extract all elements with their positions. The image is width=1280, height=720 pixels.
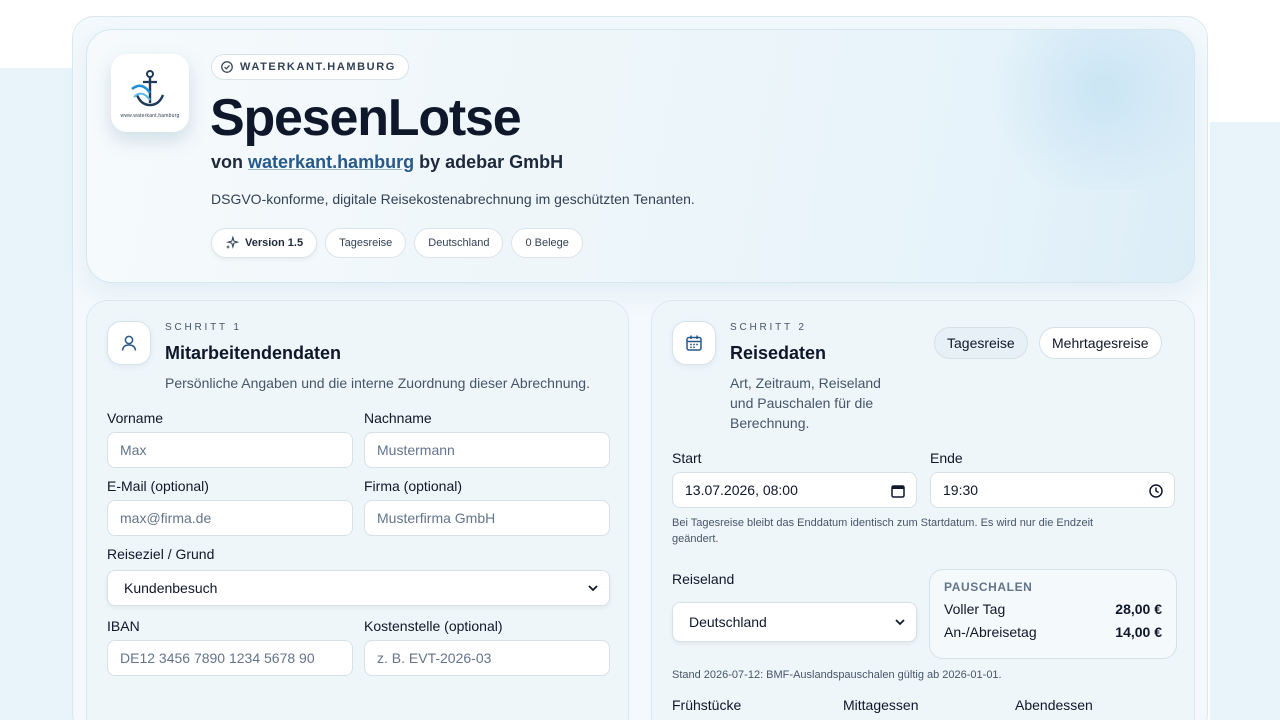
pauschale-label: Voller Tag [944, 601, 1006, 617]
start-datetime-input[interactable]: 13.07.2026, 08:00 [672, 472, 917, 508]
chevron-down-icon [895, 619, 905, 626]
step2-desc-line: und Pauschalen für die [730, 395, 874, 411]
reiseland-value: Deutschland [689, 614, 767, 630]
fruehstuecke-label: Frühstücke [672, 697, 742, 713]
brand-badge-label: WATERKANT.HAMBURG [240, 61, 396, 73]
pauschale-row: An-/Abreisetag 14,00 € [944, 624, 1162, 640]
background-band-left [0, 68, 80, 720]
email-input[interactable]: max@firma.de [107, 500, 353, 536]
user-icon [121, 335, 137, 351]
calendar-icon [686, 335, 702, 351]
hero-subtitle: von waterkant.hamburg by adebar GmbH [211, 152, 563, 173]
anchor-icon [131, 70, 165, 107]
step2-desc-line: Berechnung. [730, 415, 810, 431]
pauschale-value: 14,00 € [1115, 624, 1162, 640]
logo-caption: www.waterkant.hamburg [120, 113, 180, 119]
calendar-picker-icon[interactable] [890, 483, 906, 499]
hint-line: geändert. [672, 533, 719, 545]
tagesreise-hint: Bei Tagesreise bleibt das Enddatum ident… [672, 515, 1162, 547]
step1-panel: SCHRITT 1 Mitarbeitendendaten Persönlich… [86, 300, 629, 720]
reiseland-label: Reiseland [672, 571, 735, 587]
start-label: Start [672, 450, 702, 466]
pauschale-row: Voller Tag 28,00 € [944, 601, 1162, 617]
mittagessen-label: Mittagessen [843, 697, 919, 713]
tagesreise-toggle[interactable]: Tagesreise [934, 327, 1028, 359]
trip-type-chip: Tagesreise [325, 228, 407, 258]
status-chips: Version 1.5 Tagesreise Deutschland 0 Bel… [211, 228, 583, 258]
background-band-right [1210, 122, 1280, 720]
step2-panel: SCHRITT 2 Reisedaten Art, Zeitraum, Reis… [651, 300, 1195, 720]
iban-label: IBAN [107, 618, 140, 634]
reiseziel-select[interactable]: Kundenbesuch [107, 570, 610, 606]
reiseziel-value: Kundenbesuch [124, 580, 218, 596]
kostenstelle-input[interactable]: z. B. EVT-2026-03 [364, 640, 610, 676]
pauschalen-stand: Stand 2026-07-12: BMF-Auslandspauschalen… [672, 669, 1002, 681]
hero-header: www.waterkant.hamburg WATERKANT.HAMBURG … [86, 29, 1195, 283]
vorname-input[interactable]: Max [107, 432, 353, 468]
nachname-input[interactable]: Mustermann [364, 432, 610, 468]
hero-description: DSGVO-konforme, digitale Reisekostenabre… [211, 191, 695, 207]
waterkant-link[interactable]: waterkant.hamburg [248, 152, 414, 172]
step2-description: Art, Zeitraum, Reiseland und Pauschalen … [730, 373, 881, 433]
receipts-chip: 0 Belege [511, 228, 583, 258]
reiseland-select[interactable]: Deutschland [672, 602, 917, 642]
ende-value: 19:30 [943, 482, 979, 498]
pauschalen-title: PAUSCHALEN [944, 580, 1033, 594]
start-value: 13.07.2026, 08:00 [685, 482, 798, 498]
subtitle-suffix: by adebar GmbH [419, 152, 564, 172]
page-title: SpesenLotse [210, 89, 522, 147]
pauschalen-card: PAUSCHALEN Voller Tag 28,00 € An-/Abreis… [929, 569, 1177, 659]
version-chip: Version 1.5 [211, 228, 318, 258]
nachname-label: Nachname [364, 410, 432, 426]
ende-label: Ende [930, 450, 963, 466]
chevron-down-icon [588, 585, 598, 592]
brand-badge[interactable]: WATERKANT.HAMBURG [211, 54, 409, 80]
check-circle-icon [221, 61, 233, 73]
mehrtagesreise-toggle[interactable]: Mehrtagesreise [1039, 327, 1162, 359]
step1-icon-tile [107, 321, 151, 365]
step1-label: SCHRITT 1 [165, 322, 242, 333]
country-chip: Deutschland [414, 228, 504, 258]
step1-title: Mitarbeitendendaten [165, 343, 342, 363]
step2-icon-tile [672, 321, 716, 365]
firma-label: Firma (optional) [364, 478, 463, 494]
pauschale-label: An-/Abreisetag [944, 624, 1037, 640]
ende-time-input[interactable]: 19:30 [930, 472, 1175, 508]
sparkles-icon [225, 236, 239, 250]
clock-icon[interactable] [1148, 483, 1164, 499]
app-logo: www.waterkant.hamburg [111, 54, 189, 132]
vorname-label: Vorname [107, 410, 164, 426]
email-label: E-Mail (optional) [107, 478, 209, 494]
step2-label: SCHRITT 2 [730, 322, 807, 333]
abendessen-label: Abendessen [1015, 697, 1093, 713]
hint-line: Bei Tagesreise bleibt das Enddatum ident… [672, 517, 1094, 529]
pauschale-value: 28,00 € [1115, 601, 1162, 617]
step1-description: Persönliche Angaben und die interne Zuor… [165, 375, 590, 391]
subtitle-prefix: von [211, 152, 244, 172]
reiseziel-label: Reiseziel / Grund [107, 546, 215, 562]
kostenstelle-label: Kostenstelle (optional) [364, 618, 503, 634]
iban-input[interactable]: DE12 3456 7890 1234 5678 90 [107, 640, 353, 676]
version-label: Version 1.5 [245, 237, 304, 249]
step2-title: Reisedaten [730, 343, 827, 363]
firma-input[interactable]: Musterfirma GmbH [364, 500, 610, 536]
step2-desc-line: Art, Zeitraum, Reiseland [730, 375, 881, 391]
